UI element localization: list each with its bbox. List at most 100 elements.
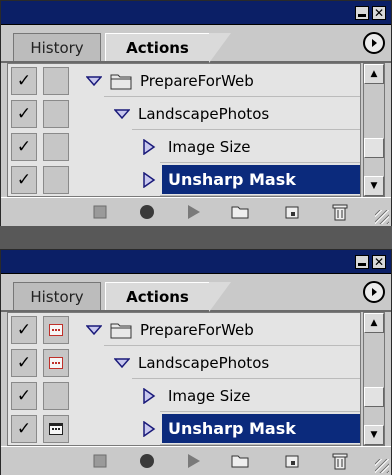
scroll-up-button[interactable]: ▲	[364, 313, 384, 333]
row-content: Unsharp Mask	[76, 163, 360, 196]
dialog-off-icon	[49, 140, 63, 154]
menu-arrow-icon	[372, 39, 377, 47]
toggle-dialog-checkbox[interactable]	[43, 316, 69, 344]
new-action-button[interactable]	[284, 452, 302, 470]
scroll-down-button[interactable]: ▼	[364, 176, 384, 196]
toggle-item-checkbox[interactable]: ✓	[11, 349, 37, 377]
trash-button[interactable]	[331, 452, 349, 470]
row-label-group: PrepareForWeb	[86, 64, 254, 97]
collapse-triangle-icon[interactable]	[86, 75, 102, 87]
row-label: Image Size	[168, 386, 251, 405]
toggle-item-checkbox[interactable]: ✓	[11, 166, 37, 194]
resize-grip[interactable]	[375, 210, 389, 224]
row-content: Image Size	[76, 379, 360, 412]
row-label: PrepareForWeb	[140, 71, 254, 90]
action-row[interactable]: ✓ LandscapePhotos	[8, 97, 360, 130]
scroll-thumb[interactable]	[364, 138, 384, 158]
trash-button[interactable]	[331, 203, 349, 221]
toggle-item-checkbox[interactable]: ✓	[11, 133, 37, 161]
actions-panel: ✕ History Actions ✓ PrepareForWeb ✓ Landsca…	[0, 249, 392, 475]
scrollbar[interactable]: ▲ ▼	[363, 63, 385, 197]
stop-icon	[93, 454, 107, 468]
trash-icon	[332, 453, 348, 470]
folder-icon	[110, 74, 132, 89]
row-label-group: LandscapePhotos	[114, 97, 269, 130]
toggle-dialog-checkbox[interactable]	[43, 166, 69, 194]
toggle-dialog-checkbox[interactable]	[43, 133, 69, 161]
toggle-item-checkbox[interactable]: ✓	[11, 415, 37, 443]
panel-titlebar[interactable]: ✕	[1, 1, 391, 25]
action-row[interactable]: ✓ PrepareForWeb	[8, 313, 360, 346]
row-label-group: PrepareForWeb	[86, 313, 254, 346]
actions-panel: ✕ History Actions ✓ PrepareForWeb ✓ Landsca…	[0, 0, 392, 226]
dialog-off-icon	[49, 389, 63, 403]
toggle-dialog-checkbox[interactable]	[43, 415, 69, 443]
panel-menu-button[interactable]	[363, 32, 385, 54]
toggle-item-checkbox[interactable]: ✓	[11, 382, 37, 410]
tab-actions[interactable]: Actions	[105, 282, 231, 312]
row-label: Image Size	[168, 137, 251, 156]
play-button[interactable]	[185, 203, 203, 221]
scroll-down-button[interactable]: ▼	[364, 425, 384, 445]
new-set-button[interactable]	[231, 452, 249, 470]
action-row[interactable]: ✓ LandscapePhotos	[8, 346, 360, 379]
expand-triangle-icon[interactable]	[142, 171, 156, 188]
stop-button[interactable]	[91, 203, 109, 221]
close-button[interactable]: ✕	[372, 6, 386, 20]
toggle-dialog-checkbox[interactable]	[43, 100, 69, 128]
play-button[interactable]	[185, 452, 203, 470]
toggle-item-checkbox[interactable]: ✓	[11, 67, 37, 95]
panel-menu-button[interactable]	[363, 281, 385, 303]
arrow-up-icon: ▲	[370, 318, 378, 328]
close-button[interactable]: ✕	[372, 255, 386, 269]
toggle-dialog-checkbox[interactable]	[43, 382, 69, 410]
scroll-thumb[interactable]	[364, 387, 384, 407]
collapse-triangle-icon[interactable]	[114, 108, 130, 120]
checkmark-icon: ✓	[16, 319, 32, 340]
row-label-group: Image Size	[142, 130, 251, 163]
row-label-group: Unsharp Mask	[142, 412, 296, 445]
row-label-group: Unsharp Mask	[142, 163, 296, 196]
action-row[interactable]: ✓ Image Size	[8, 130, 360, 163]
row-label-group: Image Size	[142, 379, 251, 412]
expand-triangle-icon[interactable]	[142, 138, 156, 155]
row-content: LandscapePhotos	[76, 97, 360, 130]
tab-history[interactable]: History	[13, 282, 101, 310]
new-action-button[interactable]	[284, 203, 302, 221]
action-row[interactable]: ✓ Unsharp Mask	[8, 163, 360, 196]
new-set-button[interactable]	[231, 203, 249, 221]
expand-triangle-icon[interactable]	[142, 387, 156, 404]
row-content: LandscapePhotos	[76, 346, 360, 379]
collapse-triangle-icon[interactable]	[114, 357, 130, 369]
expand-triangle-icon[interactable]	[142, 420, 156, 437]
play-icon	[188, 454, 200, 468]
collapse-triangle-icon[interactable]	[86, 324, 102, 336]
resize-grip[interactable]	[375, 459, 389, 473]
action-row[interactable]: ✓ PrepareForWeb	[8, 64, 360, 97]
row-label: Unsharp Mask	[168, 419, 296, 438]
tab-actions[interactable]: Actions	[105, 33, 231, 63]
toggle-item-checkbox[interactable]: ✓	[11, 316, 37, 344]
tab-bar: History Actions	[1, 25, 391, 63]
action-row[interactable]: ✓ Image Size	[8, 379, 360, 412]
stop-button[interactable]	[91, 452, 109, 470]
record-button[interactable]	[138, 203, 156, 221]
action-toolbar	[1, 446, 391, 475]
minimize-icon	[358, 262, 366, 266]
action-row[interactable]: ✓ Unsharp Mask	[8, 412, 360, 445]
row-label: LandscapePhotos	[138, 104, 270, 123]
scroll-up-button[interactable]: ▲	[364, 64, 384, 84]
toggle-item-checkbox[interactable]: ✓	[11, 100, 37, 128]
actions-list: ✓ PrepareForWeb ✓ LandscapePhotos ✓ Image Siz…	[7, 63, 361, 197]
tab-history[interactable]: History	[13, 33, 101, 61]
panel-titlebar[interactable]: ✕	[1, 250, 391, 274]
toggle-dialog-checkbox[interactable]	[43, 67, 69, 95]
minimize-button[interactable]	[355, 6, 369, 20]
minimize-icon	[358, 13, 366, 17]
toggle-dialog-checkbox[interactable]	[43, 349, 69, 377]
dialog-icon	[49, 423, 63, 435]
checkmark-icon: ✓	[16, 352, 32, 373]
minimize-button[interactable]	[355, 255, 369, 269]
record-button[interactable]	[138, 452, 156, 470]
scrollbar[interactable]: ▲ ▼	[363, 312, 385, 446]
